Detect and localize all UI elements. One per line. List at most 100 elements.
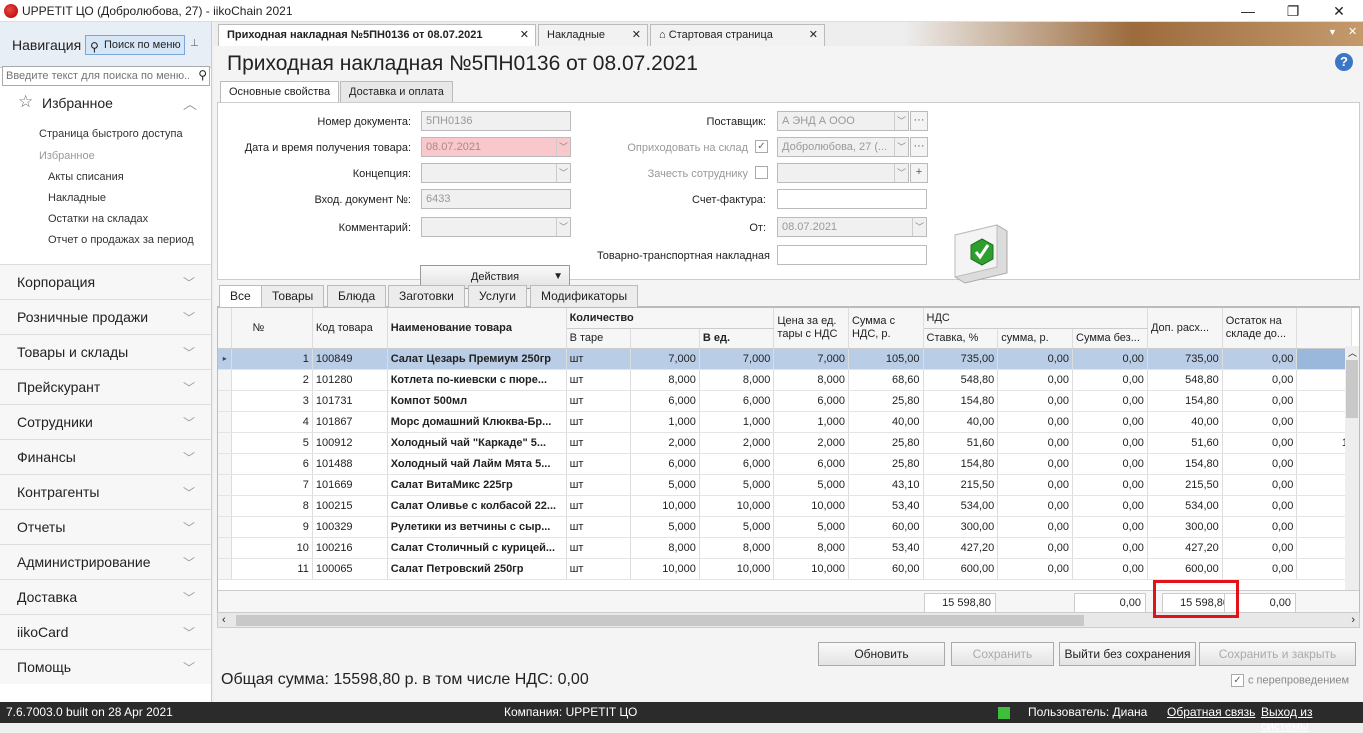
table-row[interactable]: 10 100216 Салат Столичный с курицей... шт 8,… (218, 537, 1359, 559)
cell-extra[interactable]: 0,00 (1222, 474, 1298, 496)
cell-num[interactable]: 10 (231, 537, 313, 559)
nav-section-reports[interactable]: Отчеты ﹀ (0, 509, 211, 544)
table-row[interactable]: 8 100215 Салат Оливье с колбасой 22... шт 10… (218, 495, 1359, 517)
cell-sum-no-vat[interactable]: 548,80 (1147, 369, 1223, 391)
cell-stock[interactable] (1296, 495, 1352, 517)
cell-name[interactable]: Котлета по-киевски с пюре... (387, 369, 567, 391)
cell-qty-units[interactable]: 5,000 (699, 516, 775, 538)
cell-extra[interactable]: 0,00 (1222, 516, 1298, 538)
cell-num[interactable]: 9 (231, 516, 313, 538)
table-row[interactable]: 6 101488 Холодный чай Лайм Мята 5... шт 6,00… (218, 453, 1359, 475)
close-icon[interactable]: ✕ (632, 25, 641, 46)
cell-vat-rate[interactable]: 0,00 (997, 453, 1073, 475)
cell-num[interactable]: 1 (231, 348, 313, 370)
menu-search-field[interactable]: ⚲ (2, 66, 210, 86)
menu-search-input[interactable] (3, 67, 189, 85)
chevron-down-icon[interactable]: ﹀ (894, 138, 908, 156)
tab-dishes[interactable]: Блюда (327, 285, 387, 308)
row-indicator[interactable] (218, 474, 233, 496)
col-name[interactable]: Наименование товара (387, 308, 567, 349)
col-num[interactable]: № (231, 308, 313, 349)
cell-unit[interactable]: шт (566, 390, 632, 412)
cell-name[interactable]: Салат ВитаМикс 225гр (387, 474, 567, 496)
search-menu-button[interactable]: ⚲ Поиск по меню (85, 35, 185, 55)
vertical-scrollbar[interactable]: ︿ (1345, 346, 1359, 590)
tab-start-page[interactable]: ⌂ Стартовая страница ✕ (650, 24, 825, 46)
cell-stock[interactable] (1296, 369, 1352, 391)
favorites-header[interactable]: ☆ Избранное ︿ (0, 88, 211, 118)
fav-link-quick-access[interactable]: Страница быстрого доступа (39, 128, 183, 140)
cell-qty-units[interactable]: 8,000 (699, 537, 775, 559)
cell-num[interactable]: 11 (231, 558, 313, 580)
cell-code[interactable]: 100912 (312, 432, 388, 454)
cell-qty-actual[interactable]: 8,000 (773, 537, 849, 559)
cell-num[interactable]: 2 (231, 369, 313, 391)
row-indicator[interactable] (218, 516, 233, 538)
cell-vat-sum[interactable]: 0,00 (1072, 348, 1148, 370)
cell-qty-actual[interactable]: 7,000 (773, 348, 849, 370)
table-row[interactable]: 11 100065 Салат Петровский 250гр шт 10,000 10… (218, 558, 1359, 580)
cell-extra[interactable]: 0,00 (1222, 369, 1298, 391)
chevron-up-icon[interactable]: ︿ (183, 94, 197, 114)
cell-vat-rate[interactable]: 0,00 (997, 558, 1073, 580)
cell-qty-actual[interactable]: 1,000 (773, 411, 849, 433)
tab-all[interactable]: Все (219, 285, 262, 308)
feedback-link[interactable]: Обратная связь (1167, 705, 1255, 719)
nav-section-finance[interactable]: Финансы ﹀ (0, 439, 211, 474)
warehouse-checkbox[interactable]: ✓ (755, 140, 768, 153)
cell-vat-sum[interactable]: 0,00 (1072, 474, 1148, 496)
cell-qty-units[interactable]: 7,000 (699, 348, 775, 370)
cell-sum-no-vat[interactable]: 154,80 (1147, 453, 1223, 475)
cell-unit[interactable]: шт (566, 411, 632, 433)
cell-sum-no-vat[interactable]: 40,00 (1147, 411, 1223, 433)
cell-price[interactable]: 25,80 (848, 432, 924, 454)
cell-code[interactable]: 100065 (312, 558, 388, 580)
exit-without-saving-button[interactable]: Выйти без сохранения (1059, 642, 1196, 666)
scroll-left-icon[interactable]: ‹ (222, 613, 226, 627)
supplier-select[interactable]: А ЭНД А ООО ﹀ (777, 111, 909, 131)
col-extra[interactable]: Доп. расх... (1147, 308, 1223, 349)
nav-section-goods[interactable]: Товары и склады ﹀ (0, 334, 211, 369)
tab-modifiers[interactable]: Модификаторы (530, 285, 639, 308)
cell-qty-actual[interactable]: 5,000 (773, 474, 849, 496)
cell-vat-rate[interactable]: 0,00 (997, 432, 1073, 454)
help-icon[interactable]: ? (1335, 53, 1353, 71)
cell-num[interactable]: 5 (231, 432, 313, 454)
supplier-more-button[interactable]: ··· (910, 111, 928, 131)
cell-stock[interactable] (1296, 411, 1352, 433)
cell-qty-tare[interactable]: 8,000 (630, 537, 700, 559)
close-icon[interactable]: ✕ (809, 25, 818, 46)
row-indicator[interactable] (218, 558, 233, 580)
cell-stock[interactable] (1296, 516, 1352, 538)
chevron-down-icon[interactable]: ﹀ (556, 164, 570, 182)
cell-stock[interactable] (1296, 537, 1352, 559)
tabs-close-icon[interactable]: ✕ (1348, 25, 1357, 38)
cell-vat-rate[interactable]: 0,00 (997, 411, 1073, 433)
cell-vat-sum[interactable]: 0,00 (1072, 432, 1148, 454)
cell-stock[interactable]: 1 (1296, 432, 1352, 454)
cell-price[interactable]: 60,00 (848, 516, 924, 538)
cell-price[interactable]: 40,00 (848, 411, 924, 433)
fav-link-writeoffs[interactable]: Акты списания (48, 171, 124, 183)
row-indicator[interactable] (218, 537, 233, 559)
table-row[interactable]: 2 101280 Котлета по-киевски с пюре... шт 8,0… (218, 369, 1359, 391)
nav-section-corporation[interactable]: Корпорация ﹀ (0, 264, 211, 299)
cell-stock[interactable] (1296, 390, 1352, 412)
tab-services[interactable]: Услуги (468, 285, 527, 308)
warehouse-select[interactable]: Добролюбова, 27 (... ﹀ (777, 137, 909, 157)
cell-vat-sum[interactable]: 0,00 (1072, 453, 1148, 475)
cell-stock[interactable] (1296, 474, 1352, 496)
cell-qty-tare[interactable]: 8,000 (630, 369, 700, 391)
chevron-down-icon[interactable]: ﹀ (556, 138, 570, 156)
cell-stock[interactable] (1296, 558, 1352, 580)
col-code[interactable]: Код товара (312, 308, 388, 349)
row-indicator[interactable] (218, 495, 233, 517)
cell-price[interactable]: 60,00 (848, 558, 924, 580)
nav-section-contractors[interactable]: Контрагенты ﹀ (0, 474, 211, 509)
employee-select[interactable]: ﹀ (777, 163, 909, 183)
invoice-field[interactable] (777, 189, 927, 209)
cell-sum-vat[interactable]: 40,00 (923, 411, 999, 433)
cell-name[interactable]: Салат Столичный с курицей... (387, 537, 567, 559)
cell-price[interactable]: 25,80 (848, 390, 924, 412)
comment-field[interactable]: ﹀ (421, 217, 571, 237)
